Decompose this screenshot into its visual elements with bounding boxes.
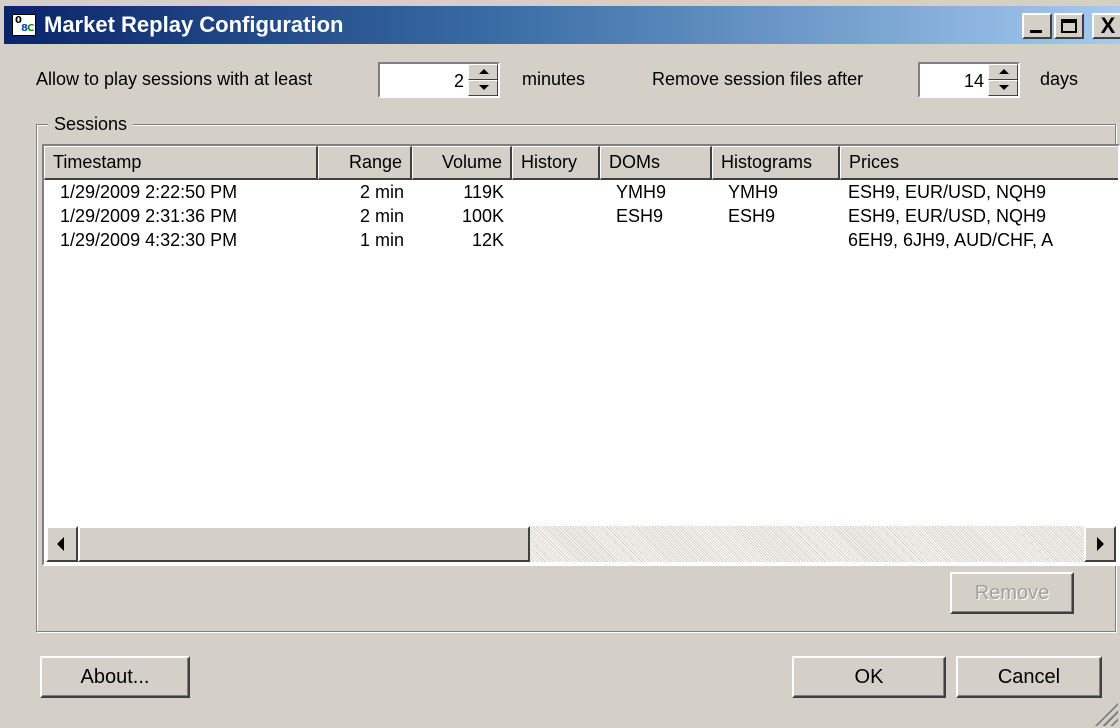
cell-range: 2 min <box>359 182 404 202</box>
cell-prices: ESH9, EUR/USD, NQH9 <box>848 182 1047 202</box>
cell-volume: 12K <box>471 230 504 250</box>
cell-histograms: ESH9 <box>728 206 776 226</box>
scrollbar-thumb[interactable] <box>78 526 530 562</box>
cancel-button[interactable]: Cancel <box>956 656 1102 698</box>
min-session-spinner[interactable]: 2 <box>378 62 500 98</box>
table-row[interactable]: 1/29/2009 4:32:30 PM 1 min 12K 6EH9, 6JH… <box>44 228 1118 252</box>
title-bar[interactable]: 0 8 C Market Replay Configuration X <box>4 6 1120 44</box>
cell-timestamp: 1/29/2009 2:22:50 PM <box>60 182 238 202</box>
min-session-increment-button[interactable] <box>468 64 498 80</box>
app-logo-icon: 0 8 C <box>12 14 36 36</box>
window-title: Market Replay Configuration <box>44 12 344 37</box>
cell-timestamp: 1/29/2009 2:31:36 PM <box>60 206 238 226</box>
maximize-button[interactable] <box>1054 13 1084 39</box>
maximize-icon <box>1061 19 1077 33</box>
column-header-doms[interactable]: DOMs <box>600 146 712 180</box>
arrow-right-icon <box>1097 537 1104 551</box>
min-session-spin-buttons <box>468 64 498 96</box>
table-row[interactable]: 1/29/2009 2:22:50 PM 2 min 119K YMH9 YMH… <box>44 180 1118 204</box>
column-header-timestamp[interactable]: Timestamp <box>44 146 318 180</box>
remove-button[interactable]: Remove <box>950 572 1074 614</box>
remove-after-increment-button[interactable] <box>988 64 1018 80</box>
remove-after-spinner[interactable]: 14 <box>918 62 1020 98</box>
arrow-down-icon <box>999 85 1009 90</box>
market-replay-dialog: 0 8 C Market Replay Configuration X Allo… <box>0 0 1120 728</box>
scroll-left-button[interactable] <box>46 526 78 562</box>
column-header-history[interactable]: History <box>512 146 600 180</box>
cell-doms: YMH9 <box>616 182 667 202</box>
column-header-volume[interactable]: Volume <box>412 146 512 180</box>
minimize-button[interactable] <box>1022 13 1052 39</box>
arrow-up-icon <box>479 69 489 74</box>
cell-range: 2 min <box>359 206 404 226</box>
resize-grip-icon[interactable] <box>1092 700 1118 726</box>
column-header-range[interactable]: Range <box>318 146 412 180</box>
app-logo-letter: C <box>27 23 35 34</box>
remove-after-decrement-button[interactable] <box>988 80 1018 96</box>
remove-after-label: Remove session files after <box>652 69 864 89</box>
remove-after-value[interactable]: 14 <box>964 70 984 92</box>
remove-after-spin-buttons <box>988 64 1018 96</box>
cell-timestamp: 1/29/2009 4:32:30 PM <box>60 230 238 250</box>
ok-button[interactable]: OK <box>792 656 946 698</box>
cell-prices: ESH9, EUR/USD, NQH9 <box>848 206 1047 226</box>
cell-range: 1 min <box>359 230 404 250</box>
min-session-value[interactable]: 2 <box>454 70 464 92</box>
cell-doms: ESH9 <box>616 206 664 226</box>
min-session-decrement-button[interactable] <box>468 80 498 96</box>
sessions-group-label: Sessions <box>48 112 134 136</box>
column-header-histograms[interactable]: Histograms <box>712 146 840 180</box>
min-session-unit: minutes <box>522 69 586 89</box>
remove-after-unit: days <box>1040 69 1079 89</box>
cell-volume: 100K <box>461 206 504 226</box>
column-header-prices[interactable]: Prices <box>840 146 1118 180</box>
arrow-up-icon <box>999 69 1009 74</box>
cell-volume: 119K <box>463 182 504 202</box>
minimize-icon <box>1030 30 1042 33</box>
cell-histograms: YMH9 <box>728 182 779 202</box>
close-button[interactable]: X <box>1092 13 1120 39</box>
cell-prices: 6EH9, 6JH9, AUD/CHF, A <box>848 230 1054 250</box>
sessions-list[interactable]: Timestamp Range Volume History DOMs Hist… <box>42 144 1120 566</box>
close-icon: X <box>1100 13 1116 38</box>
arrow-left-icon <box>57 537 64 551</box>
about-button[interactable]: About... <box>40 656 190 698</box>
table-row[interactable]: 1/29/2009 2:31:36 PM 2 min 100K ESH9 ESH… <box>44 204 1118 228</box>
horizontal-scrollbar[interactable] <box>46 526 1116 562</box>
scroll-right-button[interactable] <box>1084 526 1116 562</box>
min-session-label: Allow to play sessions with at least <box>36 69 313 89</box>
arrow-down-icon <box>479 85 489 90</box>
